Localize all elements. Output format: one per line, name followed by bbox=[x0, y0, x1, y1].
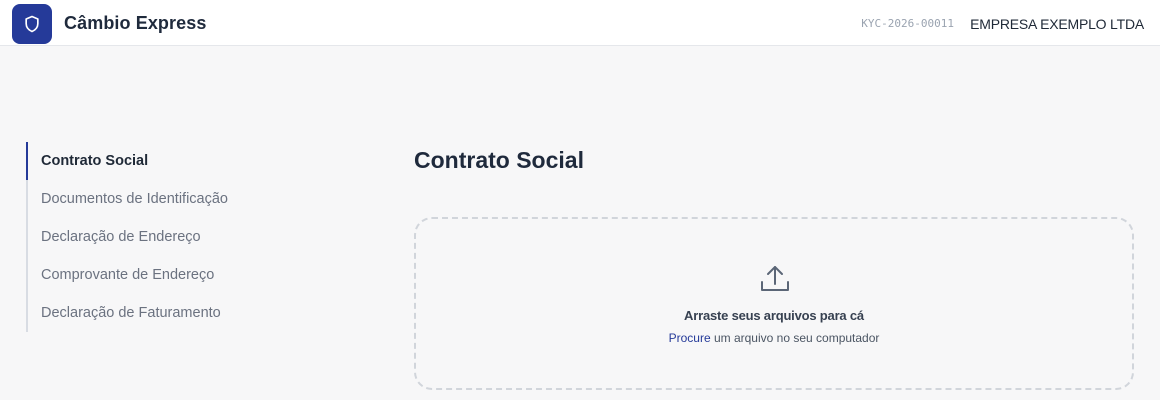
dropzone-subtitle: Procure um arquivo no seu computador bbox=[416, 331, 1132, 345]
nav-item-documentos-identificacao[interactable]: Documentos de Identificação bbox=[26, 180, 266, 218]
app-title: Câmbio Express bbox=[64, 13, 207, 33]
upload-icon bbox=[761, 266, 789, 291]
dropzone-subtitle-text: um arquivo no seu computador bbox=[710, 331, 880, 345]
section-title: Contrato Social bbox=[414, 147, 584, 173]
dropzone-title: Arraste seus arquivos para cá bbox=[684, 308, 864, 323]
shield-icon bbox=[25, 15, 39, 33]
kyc-code: KYC-2026-00011 bbox=[861, 17, 954, 30]
company-name[interactable]: EMPRESA EXEMPLO LTDA bbox=[970, 16, 1144, 32]
nav-item-contrato-social[interactable]: Contrato Social bbox=[26, 142, 266, 180]
browse-files-link[interactable]: Procure bbox=[669, 331, 711, 345]
nav-item-declaracao-endereco[interactable]: Declaração de Endereço bbox=[26, 218, 266, 256]
nav-item-comprovante-endereco[interactable]: Comprovante de Endereço bbox=[26, 256, 266, 294]
file-dropzone[interactable]: Arraste seus arquivos para cá Procure um… bbox=[414, 217, 1134, 390]
app-logo[interactable] bbox=[12, 4, 52, 44]
top-bar: Câmbio Express KYC-2026-00011 EMPRESA EX… bbox=[0, 0, 1160, 46]
nav-item-declaracao-faturamento[interactable]: Declaração de Faturamento bbox=[26, 294, 266, 332]
document-nav: Contrato Social Documentos de Identifica… bbox=[26, 142, 266, 332]
